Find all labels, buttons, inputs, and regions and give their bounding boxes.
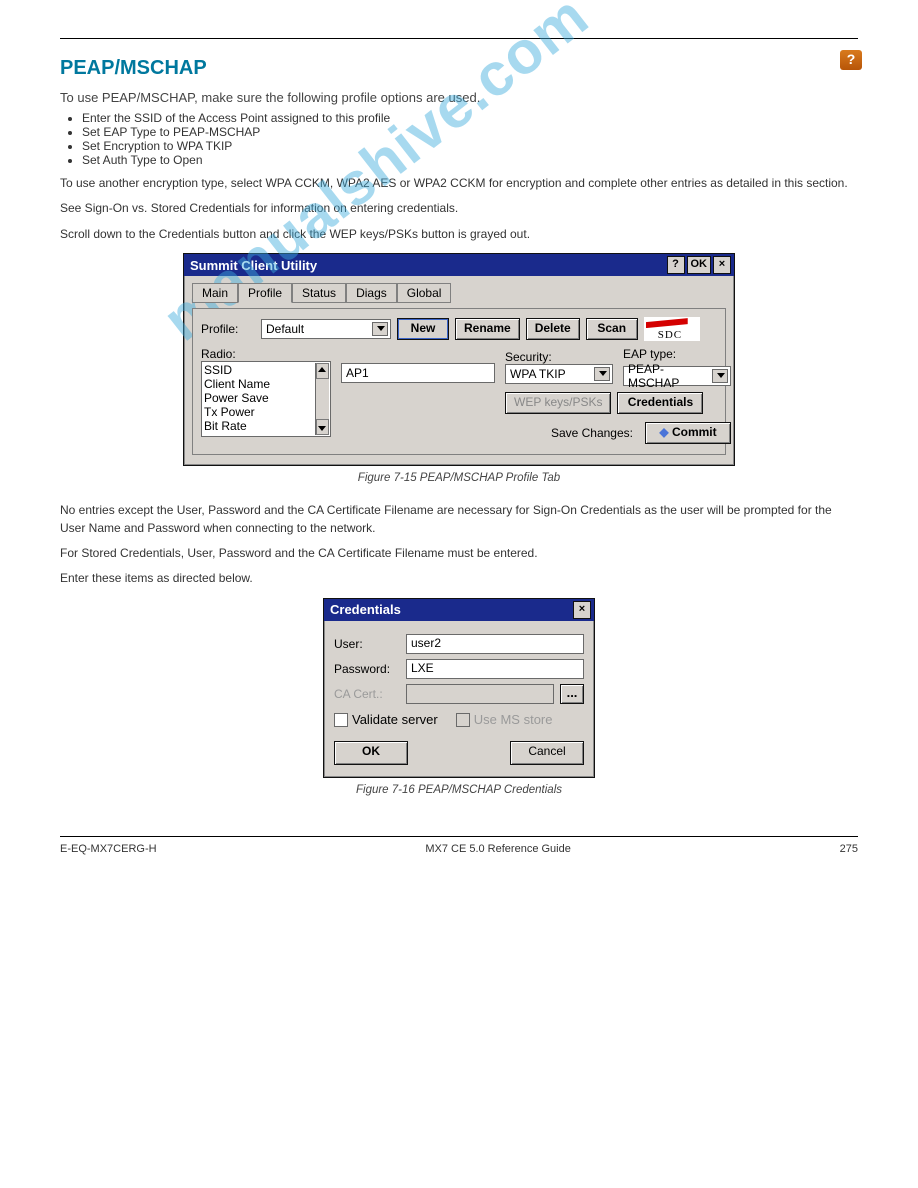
user-label: User:	[334, 637, 400, 651]
ssid-input[interactable]: AP1	[341, 363, 495, 383]
radio-listbox[interactable]: SSID Client Name Power Save Tx Power Bit…	[201, 361, 331, 437]
chevron-down-icon	[599, 371, 607, 376]
titlebar-ok-button[interactable]: OK	[687, 256, 712, 274]
figure-caption-1: Figure 7-15 PEAP/MSCHAP Profile Tab	[60, 472, 858, 484]
tab-global[interactable]: Global	[397, 283, 452, 303]
footer-right: 275	[840, 843, 858, 855]
footer-left: E-EQ-MX7CERG-H	[60, 843, 157, 855]
list-item[interactable]: Tx Power	[204, 405, 314, 419]
ca-cert-input	[406, 684, 554, 704]
titlebar-close-button[interactable]: ×	[713, 256, 731, 274]
paragraph: Scroll down to the Credentials button an…	[60, 226, 858, 243]
tab-profile[interactable]: Profile	[238, 283, 292, 303]
top-rule	[60, 38, 858, 39]
footer-rule	[60, 836, 858, 837]
paragraph: To use another encryption type, select W…	[60, 175, 858, 192]
window-title: Credentials	[330, 602, 401, 617]
chevron-down-icon	[377, 326, 385, 331]
password-label: Password:	[334, 662, 400, 676]
password-input[interactable]: LXE	[406, 659, 584, 679]
credentials-window: Credentials × User: user2 Password: LXE …	[323, 598, 595, 779]
security-label: Security:	[505, 350, 617, 364]
credentials-button[interactable]: Credentials	[617, 392, 703, 414]
paragraph: No entries except the User, Password and…	[60, 502, 858, 537]
use-ms-store-checkbox: Use MS store	[456, 712, 553, 728]
titlebar-close-button[interactable]: ×	[573, 601, 591, 619]
browse-button[interactable]: ...	[560, 684, 584, 704]
commit-button[interactable]: ◆ Commit	[645, 422, 731, 444]
validate-server-checkbox[interactable]: Validate server	[334, 712, 438, 728]
new-button[interactable]: New	[397, 318, 449, 340]
profile-select[interactable]: Default	[261, 319, 391, 339]
ssid-value: AP1	[346, 366, 369, 380]
profile-label: Profile:	[201, 322, 255, 336]
user-input[interactable]: user2	[406, 634, 584, 654]
ok-button[interactable]: OK	[334, 741, 408, 765]
list-item[interactable]: Client Name	[204, 377, 314, 391]
eap-label: EAP type:	[623, 347, 731, 361]
titlebar[interactable]: Credentials ×	[324, 599, 594, 621]
wep-keys-button: WEP keys/PSKs	[505, 392, 611, 414]
list-item[interactable]: Power Save	[204, 391, 314, 405]
eap-value: PEAP-MSCHAP	[628, 362, 712, 390]
delete-button[interactable]: Delete	[526, 318, 580, 340]
titlebar-help-button[interactable]: ?	[667, 256, 685, 274]
bullet: Set Auth Type to Open	[82, 153, 858, 167]
tab-status[interactable]: Status	[292, 283, 346, 303]
scan-button[interactable]: Scan	[586, 318, 638, 340]
eap-select[interactable]: PEAP-MSCHAP	[623, 366, 731, 386]
tab-diags[interactable]: Diags	[346, 283, 397, 303]
section-heading: PEAP/MSCHAP	[60, 57, 858, 80]
page-footer: E-EQ-MX7CERG-H MX7 CE 5.0 Reference Guid…	[60, 843, 858, 855]
save-changes-label: Save Changes:	[551, 426, 633, 440]
summit-window: Summit Client Utility ? OK × Main Profil…	[183, 253, 735, 466]
rename-button[interactable]: Rename	[455, 318, 520, 340]
security-value: WPA TKIP	[510, 367, 566, 381]
sdc-logo: SDC	[644, 317, 700, 341]
bullet: Enter the SSID of the Access Point assig…	[82, 111, 858, 125]
tabstrip: Main Profile Status Diags Global	[192, 282, 726, 302]
window-title: Summit Client Utility	[190, 258, 317, 273]
footer-center: MX7 CE 5.0 Reference Guide	[425, 843, 571, 855]
paragraph: For Stored Credentials, User, Password a…	[60, 545, 858, 562]
bullet: Set Encryption to WPA TKIP	[82, 139, 858, 153]
paragraph: Enter these items as directed below.	[60, 570, 858, 587]
scroll-down-icon[interactable]	[318, 426, 326, 431]
figure-caption-2: Figure 7-16 PEAP/MSCHAP Credentials	[60, 784, 858, 796]
paragraph: See Sign-On vs. Stored Credentials for i…	[60, 200, 858, 217]
chevron-down-icon	[717, 373, 725, 378]
profile-value: Default	[266, 322, 304, 336]
list-item[interactable]: Bit Rate	[204, 419, 314, 433]
bullet: Set EAP Type to PEAP-MSCHAP	[82, 125, 858, 139]
titlebar[interactable]: Summit Client Utility ? OK ×	[184, 254, 734, 276]
section-subtitle: To use PEAP/MSCHAP, make sure the follow…	[60, 90, 858, 105]
tab-main[interactable]: Main	[192, 283, 238, 303]
ca-cert-label: CA Cert.:	[334, 687, 400, 701]
list-item[interactable]: SSID	[204, 363, 314, 377]
radio-label: Radio:	[201, 347, 331, 361]
help-bubble-icon: ?	[840, 50, 862, 70]
security-select[interactable]: WPA TKIP	[505, 364, 613, 384]
scrollbar[interactable]	[315, 363, 329, 435]
cancel-button[interactable]: Cancel	[510, 741, 584, 765]
scroll-up-icon[interactable]	[318, 367, 326, 372]
